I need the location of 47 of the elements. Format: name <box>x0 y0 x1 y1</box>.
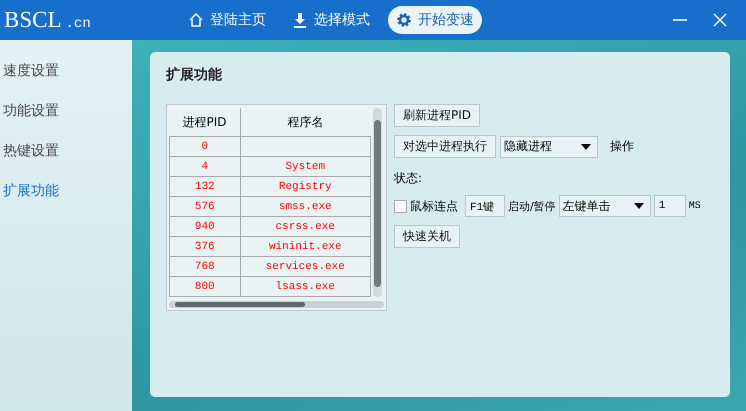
unit-label: MS <box>688 200 701 212</box>
interval-field[interactable]: 1 <box>654 195 686 217</box>
table-cell: System <box>285 160 326 172</box>
hotkey-label: 启动/暂停 <box>508 198 556 214</box>
action-label: 操作 <box>610 138 634 155</box>
autoclick-label: 鼠标连点 <box>410 198 458 214</box>
sidebar-item[interactable]: 扩展功能 <box>0 180 132 220</box>
nav-tab[interactable]: 开始变速 <box>388 6 482 34</box>
click-mode-dropdown[interactable]: 左键单击 <box>558 195 651 217</box>
execute-button[interactable]: 对选中进程执行 <box>394 135 496 158</box>
table-cell: 132 <box>194 180 215 192</box>
table-cell: lsass.exe <box>276 280 335 292</box>
table-cell: 768 <box>194 260 215 272</box>
nav-tab[interactable]: 选择模式 <box>284 6 378 34</box>
status-label: 状态: <box>394 170 422 187</box>
table-cell: 4 <box>201 160 208 172</box>
checkbox[interactable] <box>394 200 407 212</box>
table-cell: wininit.exe <box>268 240 342 252</box>
hotkey-field[interactable]: F1键 <box>465 195 505 217</box>
sidebar-item[interactable]: 功能设置 <box>0 100 132 140</box>
refresh-button[interactable]: 刷新进程PID <box>394 104 480 127</box>
panel-title: 扩展功能 <box>166 66 223 84</box>
settings-icon <box>396 12 412 28</box>
close-icon[interactable] <box>712 12 728 28</box>
table-cell: Registry <box>278 180 332 192</box>
download-icon <box>292 12 308 28</box>
sidebar-item[interactable]: 热键设置 <box>0 140 132 180</box>
nav-tab[interactable]: 登陆主页 <box>180 6 274 34</box>
table-cell: 576 <box>194 200 215 212</box>
table-cell: 376 <box>194 240 215 252</box>
table-cell: smss.exe <box>278 200 332 212</box>
column-header[interactable]: 进程PID <box>170 108 240 136</box>
table-cell: 940 <box>194 220 215 232</box>
vertical-scrollbar[interactable] <box>373 108 382 297</box>
table-cell: 0 <box>201 140 208 152</box>
table-cell: services.exe <box>266 260 345 272</box>
sidebar-item[interactable]: 速度设置 <box>0 60 132 100</box>
caret-icon <box>581 144 591 150</box>
action-dropdown[interactable]: 隐藏进程 <box>500 136 598 158</box>
shutdown-button[interactable]: 快速关机 <box>394 225 460 248</box>
table-cell: 800 <box>194 280 215 292</box>
logo: BSCL .cn <box>3 7 92 33</box>
table-cell: csrss.exe <box>276 220 335 232</box>
home-icon <box>188 12 204 28</box>
horizontal-scrollbar[interactable] <box>169 301 384 308</box>
column-header[interactable]: 程序名 <box>240 108 370 136</box>
caret-icon <box>634 203 644 209</box>
